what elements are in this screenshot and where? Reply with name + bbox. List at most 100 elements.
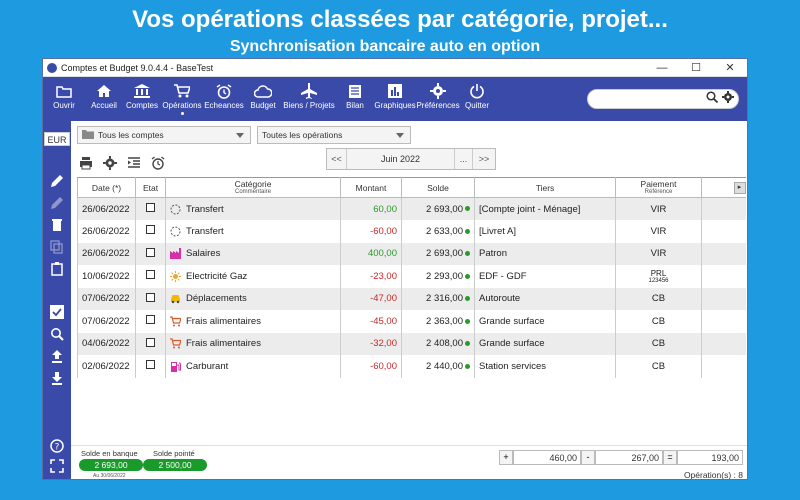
row-category: Frais alimentaires [186,338,261,350]
print-icon[interactable] [79,156,93,170]
etat-checkbox[interactable] [146,270,155,280]
toolbar-biens-projets-label: Biens / Projets [283,101,335,110]
row-date: 07/06/2022 [77,287,136,310]
checkbox-icon[interactable] [50,305,64,319]
row-date: 02/06/2022 [77,355,136,378]
month-picker-button[interactable]: ... [455,149,473,169]
toolbar-accueil-button[interactable]: Accueil [85,77,123,121]
etat-checkbox[interactable] [146,247,155,257]
account-filter-select[interactable]: Tous les comptes [77,126,251,144]
etat-checkbox[interactable] [146,360,155,370]
row-payment: VIR [615,220,702,243]
net-total: 193,00 [677,450,743,465]
search-icon[interactable] [50,327,64,341]
etat-checkbox[interactable] [146,203,155,212]
col-header-etat[interactable]: Etat [135,177,166,198]
toolbar-preferences-button[interactable]: Préférences [416,77,460,121]
etat-checkbox[interactable] [146,292,155,302]
upload-icon[interactable] [50,349,64,363]
row-payment: CB [615,310,702,333]
download-icon[interactable] [50,371,64,385]
row-balance: 2 363,00 [426,315,463,327]
plane-icon [300,83,318,99]
toolbar-bilan-button[interactable]: Bilan [337,77,373,121]
currency-label[interactable]: EUR [44,132,70,146]
table-row[interactable]: 04/06/2022 Frais alimentaires -32,00 2 4… [77,332,746,355]
row-balance: 2 633,00 [426,225,463,237]
col-header-montant[interactable]: Montant [340,177,402,198]
table-row[interactable]: 02/06/2022 Carburant -60,00 2 440,00 Sta… [77,355,746,378]
search-settings-icon[interactable] [722,90,734,108]
row-balance: 2 408,00 [426,338,463,350]
operations-filter-select[interactable]: Toutes les opérations [257,126,411,144]
search-icon[interactable] [706,90,719,108]
row-balance: 2 693,00 [426,248,463,260]
toolbar-comptes-button[interactable]: Comptes [123,77,161,121]
toolbar-operations-button[interactable]: Opérations [161,77,203,121]
edit-icon[interactable] [50,174,64,188]
credits-total: 460,00 [513,450,581,465]
row-category: Carburant [186,360,229,372]
col-header-date[interactable]: Date (*) [77,177,136,198]
col-header-tiers[interactable]: Tiers [474,177,616,198]
table-row[interactable]: 10/06/2022 Electricité Gaz -23,00 2 293,… [77,265,746,288]
main-toolbar: Ouvrir Accueil Comptes Opérations Echean… [43,77,747,121]
row-date: 07/06/2022 [77,310,136,333]
col-header-paiement[interactable]: Paiement Référence [615,177,702,198]
col-header-extra: ▸ [701,177,746,198]
row-balance: 2 316,00 [426,293,463,305]
col-header-categorie[interactable]: Catégorie Commentaire [165,177,341,198]
window-title: Comptes et Budget 9.0.4.4 - BaseTest [61,62,214,73]
toolbar-biens-projets-button[interactable]: Biens / Projets [281,77,337,121]
table-row[interactable]: 26/06/2022 Transfert -60,00 2 633,00 [Li… [77,220,746,243]
toolbar-accueil-label: Accueil [91,101,117,110]
row-reference: 123456 [648,277,669,284]
debits-sign: - [581,450,595,465]
table-row[interactable]: 26/06/2022 Transfert 60,00 2 693,00 [Com… [77,197,746,220]
toolbar-echeances-button[interactable]: Echeances [203,77,245,121]
settings-icon[interactable] [103,156,117,170]
row-amount: 400,00 [340,242,402,265]
search-input[interactable] [594,92,704,107]
maximize-button[interactable]: ☐ [679,61,713,74]
table-row[interactable]: 07/06/2022 Frais alimentaires -45,00 2 3… [77,310,746,333]
copy-icon[interactable] [50,240,64,254]
toolbar-budget-button[interactable]: Budget [245,77,281,121]
row-category: Transfert [186,203,224,215]
prev-month-button[interactable]: << [327,149,347,169]
etat-checkbox[interactable] [146,315,155,325]
cleared-balance-value: 2 500,00 [143,459,207,471]
balance-status-dot [465,251,470,257]
row-balance: 2 693,00 [426,203,463,215]
indent-icon[interactable] [127,156,141,170]
row-amount: -60,00 [340,220,402,243]
balance-status-dot [465,273,470,279]
alarm-icon[interactable] [151,156,165,170]
row-tiers: Patron [474,242,616,265]
scroll-right-button[interactable]: ▸ [733,181,746,194]
col-header-solde[interactable]: Solde [401,177,475,198]
folder-icon [55,83,73,99]
row-amount: -32,00 [340,332,402,355]
toolbar-graphiques-button[interactable]: Graphiques [373,77,417,121]
toolbar-ouvrir-button[interactable]: Ouvrir [43,77,85,121]
row-amount: -23,00 [340,265,402,288]
row-payment: VIR [615,242,702,265]
fullscreen-icon[interactable] [50,459,64,473]
table-row[interactable]: 07/06/2022 Déplacements -47,00 2 316,00 … [77,287,746,310]
table-row[interactable]: 26/06/2022 Salaires 400,00 2 693,00 Patr… [77,242,746,265]
close-button[interactable]: ✕ [713,61,747,74]
row-payment: CB [615,355,702,378]
etat-checkbox[interactable] [146,225,155,235]
paste-icon[interactable] [50,262,64,276]
help-icon[interactable]: ? [50,439,64,453]
operations-table: Date (*) Etat Catégorie Commentaire Mont… [77,177,746,378]
row-balance: 2 293,00 [426,270,463,282]
delete-icon[interactable] [50,218,64,232]
next-month-button[interactable]: >> [473,149,495,169]
edit-disabled-icon[interactable] [50,196,64,210]
etat-checkbox[interactable] [146,337,155,347]
row-payment: PRL [650,268,667,278]
toolbar-quitter-button[interactable]: Quitter [459,77,495,121]
minimize-button[interactable]: — [645,62,679,74]
